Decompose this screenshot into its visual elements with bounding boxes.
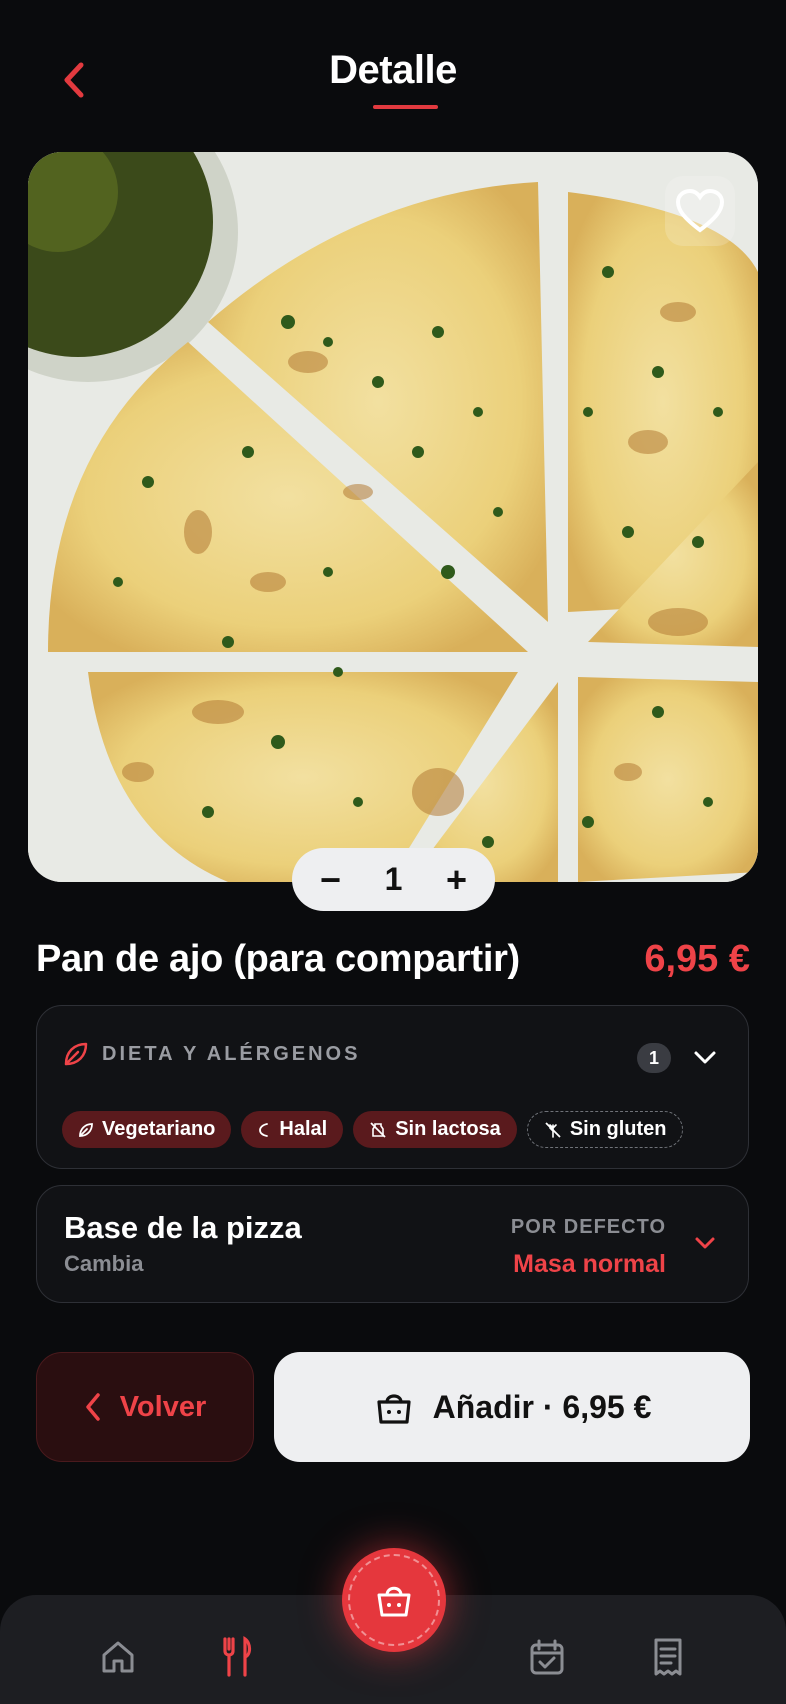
base-default-label: POR DEFECTO xyxy=(510,1216,666,1238)
chevron-left-icon xyxy=(85,1393,100,1421)
base-selected-value: Masa normal xyxy=(513,1250,666,1278)
no-milk-icon xyxy=(370,1121,386,1138)
quantity-value: 1 xyxy=(384,861,403,897)
heart-icon xyxy=(675,188,725,233)
product-price: 6,95 € xyxy=(644,938,750,980)
increment-button[interactable]: + xyxy=(446,861,467,898)
crescent-icon xyxy=(259,1122,269,1137)
add-to-cart-label: Añadir · 6,95 € xyxy=(432,1388,652,1425)
leaf-icon xyxy=(64,1042,88,1066)
nav-home[interactable] xyxy=(93,1632,143,1682)
chip-vegetarian: Vegetariano xyxy=(62,1111,232,1148)
decrement-button[interactable]: − xyxy=(320,861,341,898)
chip-lactose-free: Sin lactosa xyxy=(353,1111,517,1148)
back-action-button[interactable]: Volver xyxy=(36,1352,254,1462)
diet-chips: Vegetariano Halal Sin lactosa Sin gluten xyxy=(62,1111,684,1148)
base-expand-toggle[interactable] xyxy=(690,1228,720,1258)
diet-expand-toggle[interactable] xyxy=(688,1040,722,1076)
diet-count-badge: 1 xyxy=(637,1043,671,1073)
diet-title: DIETA Y ALÉRGENOS xyxy=(102,1042,361,1065)
chip-gluten-free: Sin gluten xyxy=(526,1111,684,1148)
base-subtitle: Cambia xyxy=(64,1251,144,1276)
quantity-stepper: − 1 + xyxy=(292,848,495,911)
no-wheat-icon xyxy=(545,1121,561,1138)
chevron-down-icon xyxy=(695,1237,715,1249)
chip-label: Sin gluten xyxy=(569,1118,667,1140)
basket-icon xyxy=(377,1394,411,1424)
cart-fab-button[interactable] xyxy=(342,1548,446,1652)
nav-menu[interactable] xyxy=(212,1632,262,1682)
nav-reservations[interactable] xyxy=(522,1632,572,1682)
base-title: Base de la pizza xyxy=(64,1210,302,1245)
product-name: Pan de ajo (para compartir) xyxy=(36,938,520,980)
calendar-icon xyxy=(530,1639,564,1675)
cart-fab-ring xyxy=(348,1554,440,1646)
add-to-cart-button[interactable]: Añadir · 6,95 € xyxy=(274,1352,750,1462)
chip-label: Halal xyxy=(279,1118,328,1140)
title-underline xyxy=(373,105,438,109)
leaf-icon xyxy=(79,1122,93,1137)
chip-halal: Halal xyxy=(241,1111,344,1148)
product-image xyxy=(28,152,758,882)
home-icon xyxy=(102,1641,134,1673)
chip-label: Sin lactosa xyxy=(395,1118,501,1140)
chip-label: Vegetariano xyxy=(102,1118,216,1140)
chevron-down-icon xyxy=(694,1051,716,1064)
favorite-button[interactable] xyxy=(665,176,735,246)
receipt-icon xyxy=(654,1638,682,1676)
back-action-label: Volver xyxy=(119,1390,207,1423)
diet-header: DIETA Y ALÉRGENOS xyxy=(62,1040,360,1068)
nav-orders[interactable] xyxy=(643,1632,693,1682)
restaurant-icon xyxy=(223,1636,252,1677)
page-title: Detalle xyxy=(329,48,457,92)
